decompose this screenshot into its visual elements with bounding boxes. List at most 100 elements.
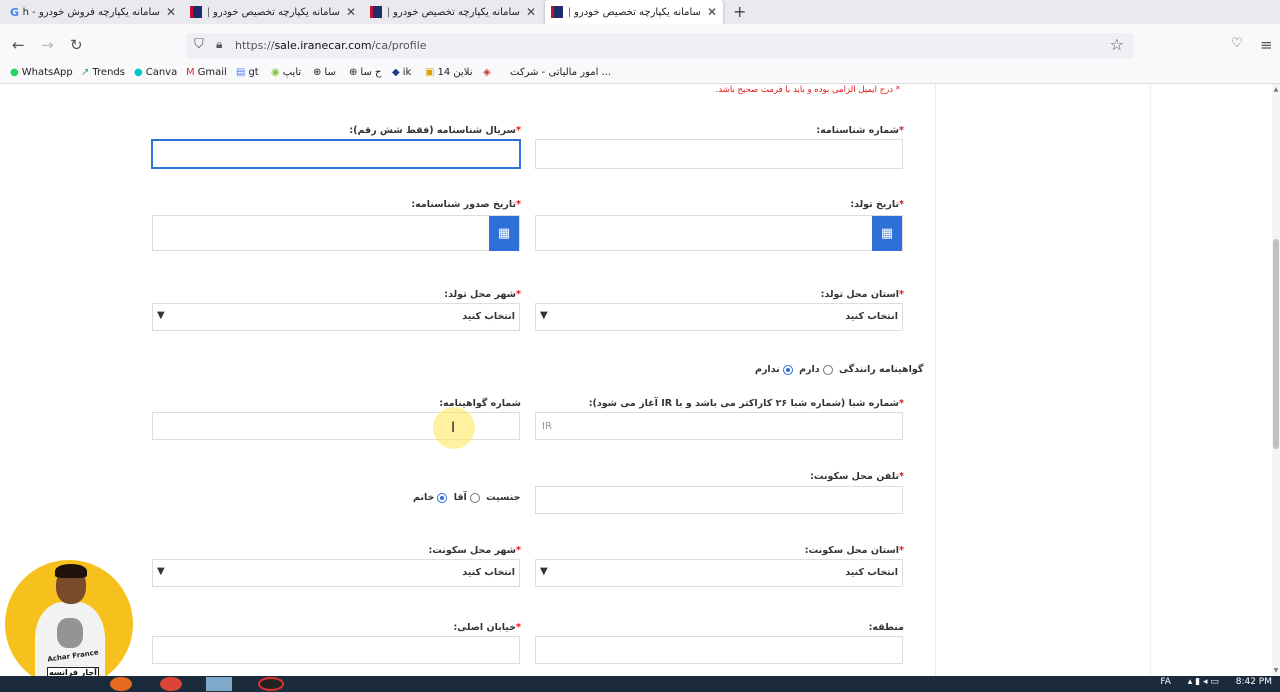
reload-button[interactable]: ↻ (70, 36, 83, 54)
gmail-icon: M (186, 67, 195, 78)
id-number-input[interactable] (535, 139, 903, 169)
id-number-label: *شماره شناسنامه: (816, 125, 904, 136)
firefox-icon[interactable] (110, 677, 132, 691)
license-no-label[interactable]: ندارم (755, 364, 780, 375)
select-value: انتخاب کنید (845, 567, 898, 578)
id-serial-input[interactable] (151, 139, 521, 169)
region-input[interactable] (535, 636, 903, 664)
residence-city-select[interactable]: ▼ انتخاب کنید (152, 559, 520, 587)
type-icon: ◉ (271, 67, 280, 78)
id-serial-label: *سریال شناسنامه (فقط شش رقم): (349, 125, 521, 136)
ik-icon: ◆ (392, 67, 400, 78)
bookmark-tax[interactable]: امور مالیاتی - شرکت ... (510, 67, 611, 78)
bookmark-canva[interactable]: ● Canva (134, 67, 177, 78)
close-tab-icon[interactable]: ✕ (707, 5, 717, 19)
bookmark-online[interactable]: ▣ 14 نلاین (425, 67, 473, 78)
forward-button[interactable]: → (41, 36, 54, 54)
gender-male-label[interactable]: آقا (454, 492, 467, 503)
bookmark-sa[interactable]: ⊕ سا (313, 67, 336, 78)
license-yes-radio[interactable] (822, 364, 833, 375)
bookmark-gmail[interactable]: M Gmail (186, 67, 227, 78)
lock-icon[interactable]: 🔒︎ (216, 37, 222, 52)
chevron-down-icon: ▼ (157, 310, 165, 321)
select-value: انتخاب کنید (462, 311, 515, 322)
close-tab-icon[interactable]: ✕ (166, 5, 176, 19)
birth-date-input[interactable]: ▦ (535, 215, 903, 251)
bookmark-gt[interactable]: ▤ gt (236, 67, 259, 78)
app-icon[interactable] (206, 677, 232, 691)
bookmarks-bar: ● WhatsApp ↗ Trends ● Canva M Gmail ▤ gt ◉ تای… (0, 62, 1280, 84)
new-tab-button[interactable]: + (733, 2, 746, 21)
tab-bar: G سامانه یکپارچه فروش خودرو - rch ✕ ساما… (0, 0, 1280, 24)
issue-date-input[interactable]: ▦ (152, 215, 520, 251)
gender-female-radio[interactable] (437, 492, 448, 503)
bookmark-ik[interactable]: ◆ ik (392, 67, 411, 78)
menu-icon[interactable]: ≡ (1260, 36, 1273, 54)
home-phone-input[interactable] (535, 486, 903, 514)
gender-male-radio[interactable] (469, 492, 480, 503)
main-street-input[interactable] (152, 636, 520, 664)
issue-date-label: *تاریخ صدور شناسنامه: (411, 199, 521, 210)
sheba-input[interactable]: IR (535, 412, 903, 440)
birth-province-label: *استان محل تولد: (820, 289, 904, 300)
presenter-avatar: Achar France آچار فرانسه (5, 560, 133, 688)
tab-title: سامانه یکپارچه تخصیص خودرو | ... (208, 6, 340, 18)
bookmark-whatsapp[interactable]: ● WhatsApp (10, 67, 73, 78)
license-yes-label[interactable]: دارم (799, 364, 820, 375)
tab-title: سامانه یکپارچه فروش خودرو - rch (23, 6, 160, 18)
gender-female-label[interactable]: خانم (413, 492, 434, 503)
browser-tab[interactable]: سامانه یکپارچه تخصیص خودرو | ... ✕ (184, 0, 362, 24)
bookmark-type[interactable]: ◉ تایپ (271, 67, 301, 78)
tray-icons[interactable]: ▴ ▮ ◂ ▭ (1188, 677, 1219, 687)
scrollbar-thumb[interactable] (1273, 239, 1279, 449)
tab-title: سامانه یکپارچه تخصیص خودرو | ... (569, 6, 701, 18)
chrome-icon[interactable] (160, 677, 182, 691)
select-value: انتخاب کنید (845, 311, 898, 322)
bookmark-star-icon[interactable]: ☆ (1110, 35, 1124, 54)
sheba-label: *شماره شبا (شماره شبا ۲۶ کاراکتر می باشد… (588, 398, 904, 409)
email-error-message: * درج ایمیل الزامی بوده و باید با فرمت ص… (715, 85, 900, 95)
scroll-down-icon[interactable]: ▼ (1272, 667, 1280, 674)
clock[interactable]: 8:42 PM (1236, 677, 1272, 687)
divider (1150, 84, 1151, 676)
url-text[interactable]: https://sale.iranecar.com/ca/profile (235, 39, 427, 52)
license-no-radio[interactable] (782, 364, 793, 375)
calendar-icon[interactable]: ▦ (489, 216, 519, 251)
birth-province-select[interactable]: ▼ انتخاب کنید (535, 303, 903, 331)
residence-province-select[interactable]: ▼ انتخاب کنید (535, 559, 903, 587)
bookmark-trends[interactable]: ↗ Trends (81, 67, 125, 78)
pocket-icon[interactable]: ♡ (1231, 36, 1243, 51)
browser-tab[interactable]: سامانه یکپارچه تخصیص خودرو | ... ✕ (364, 0, 542, 24)
scrollbar[interactable]: ▲ ▼ (1272, 84, 1280, 676)
bookmark-hsa[interactable]: ⊕ ح سا (349, 67, 381, 78)
close-tab-icon[interactable]: ✕ (346, 5, 356, 19)
record-icon[interactable] (258, 677, 284, 691)
address-bar[interactable]: ⛉ 🔒︎ https://sale.iranecar.com/ca/profil… (186, 33, 1134, 59)
site-icon (190, 6, 202, 18)
residence-province-label: *استان محل سکونت: (804, 545, 904, 556)
scroll-up-icon[interactable]: ▲ (1272, 86, 1280, 93)
google-icon: G (10, 5, 20, 19)
language-indicator[interactable]: FA (1160, 677, 1171, 687)
whatsapp-icon: ● (10, 67, 19, 78)
translate-icon: ▤ (236, 67, 246, 78)
calendar-icon[interactable]: ▦ (872, 216, 902, 251)
birth-city-select[interactable]: ▼ انتخاب کنید (152, 303, 520, 331)
divider (935, 84, 936, 676)
license-radio-group: گواهینامه رانندگی دارم ندارم (755, 364, 923, 375)
chevron-down-icon: ▼ (157, 566, 165, 577)
bookmark-page[interactable]: ◈ (483, 67, 494, 78)
browser-tab[interactable]: G سامانه یکپارچه فروش خودرو - rch ✕ (4, 0, 182, 24)
close-tab-icon[interactable]: ✕ (526, 5, 536, 19)
globe-icon: ⊕ (349, 67, 358, 78)
browser-tab-active[interactable]: سامانه یکپارچه تخصیص خودرو | ... ✕ (545, 0, 723, 24)
chevron-down-icon: ▼ (540, 566, 548, 577)
main-street-label: *خیابان اصلی: (453, 622, 521, 633)
canva-icon: ● (134, 67, 143, 78)
shield-icon[interactable]: ⛉ (194, 37, 204, 52)
system-tray: FA ▴ ▮ ◂ ▭ 8:42 PM (1146, 677, 1272, 687)
home-phone-label: *تلفن محل سکونت: (810, 471, 904, 482)
back-button[interactable]: ← (12, 36, 25, 54)
avatar-hair (55, 564, 87, 578)
site-icon (370, 6, 382, 18)
